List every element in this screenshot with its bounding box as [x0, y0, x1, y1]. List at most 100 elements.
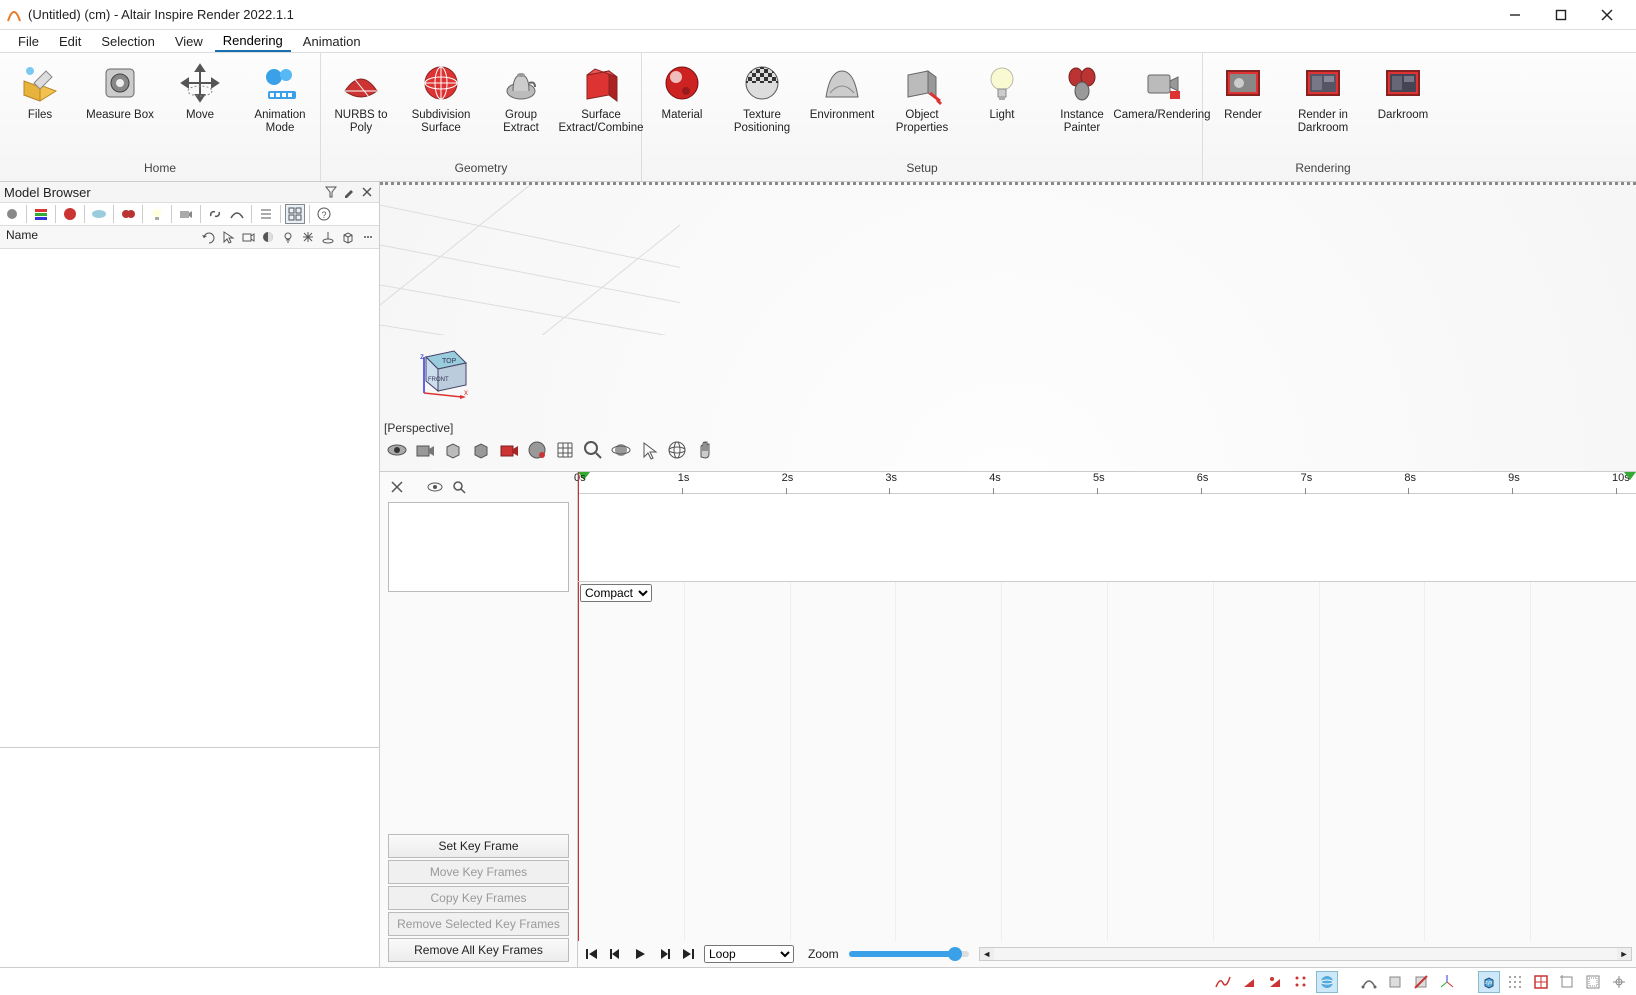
minimize-button[interactable]: [1492, 0, 1538, 30]
scroll-left-arrow[interactable]: ◄: [980, 948, 994, 960]
mb-tool-link[interactable]: [205, 204, 225, 224]
mb-tool-layers[interactable]: [31, 204, 51, 224]
menu-rendering[interactable]: Rendering: [215, 31, 291, 52]
sb-viewcube-icon[interactable]: zyx: [1478, 971, 1500, 993]
subdivision-surface-button[interactable]: Subdivision Surface: [407, 57, 475, 135]
timeline-scrollbar[interactable]: ◄ ►: [979, 947, 1632, 961]
mb-tool-grid[interactable]: [285, 204, 305, 224]
edit-pencil-icon[interactable]: [341, 184, 357, 200]
timeline[interactable]: 0s 1s 2s 3s 4s 5s 6s 7s 8s 9s 10s: [578, 472, 1636, 582]
viewport[interactable]: TOP FRONT z x [Perspective]: [380, 182, 1636, 967]
model-browser-properties[interactable]: [0, 747, 379, 967]
copy-keyframes-button[interactable]: Copy Key Frames: [388, 886, 569, 910]
sb-grid-dots-icon[interactable]: [1504, 971, 1526, 993]
step-forward-button[interactable]: [654, 944, 674, 964]
sb-spline-icon[interactable]: [1358, 971, 1380, 993]
zoom-slider[interactable]: [849, 951, 969, 957]
vp-camera-icon[interactable]: [412, 437, 438, 463]
playhead-tracks[interactable]: [578, 582, 579, 941]
close-button[interactable]: [1584, 0, 1630, 30]
hdr-shade-icon[interactable]: [259, 228, 277, 246]
mb-tool-curve[interactable]: [227, 204, 247, 224]
hdr-cursor-icon[interactable]: [219, 228, 237, 246]
step-back-button[interactable]: [606, 944, 626, 964]
vp-zoom-icon[interactable]: [580, 437, 606, 463]
sb-globe-icon[interactable]: [1316, 971, 1338, 993]
darkroom-button[interactable]: Darkroom: [1369, 57, 1437, 122]
playhead[interactable]: [578, 472, 579, 581]
menu-file[interactable]: File: [10, 32, 47, 51]
object-properties-button[interactable]: Object Properties: [888, 57, 956, 135]
hdr-redo-icon[interactable]: [199, 228, 217, 246]
sb-safe-frame-icon[interactable]: [1582, 971, 1604, 993]
skip-end-button[interactable]: [678, 944, 698, 964]
vp-grid-icon[interactable]: [552, 437, 578, 463]
sb-light1-icon[interactable]: [1238, 971, 1260, 993]
files-button[interactable]: Files: [6, 57, 74, 122]
animation-mode-button[interactable]: Animation Mode: [246, 57, 314, 135]
vp-sphere-icon[interactable]: [524, 437, 550, 463]
set-keyframe-button[interactable]: Set Key Frame: [388, 834, 569, 858]
vp-cube1-icon[interactable]: [440, 437, 466, 463]
timeline-tracks[interactable]: Compact: [578, 582, 1636, 941]
mb-tool-spheres[interactable]: [118, 204, 138, 224]
vp-cursor-icon[interactable]: [636, 437, 662, 463]
menu-animation[interactable]: Animation: [295, 32, 369, 51]
hdr-freeze-icon[interactable]: [299, 228, 317, 246]
vp-eye-icon[interactable]: [384, 437, 410, 463]
mb-tool-light[interactable]: [147, 204, 167, 224]
scroll-right-arrow[interactable]: ►: [1617, 948, 1631, 960]
view-cube[interactable]: TOP FRONT z x: [410, 341, 470, 401]
mb-tool-list[interactable]: [256, 204, 276, 224]
sb-light2-icon[interactable]: [1264, 971, 1286, 993]
measure-box-button[interactable]: Measure Box: [86, 57, 154, 122]
sb-box-icon[interactable]: [1384, 971, 1406, 993]
vp-camera-red-icon[interactable]: [496, 437, 522, 463]
mb-tool-camera[interactable]: [176, 204, 196, 224]
render-in-darkroom-button[interactable]: Render in Darkroom: [1289, 57, 1357, 135]
hdr-more-icon[interactable]: [359, 228, 377, 246]
anim-search-icon[interactable]: [450, 478, 468, 496]
vp-globe-icon[interactable]: [664, 437, 690, 463]
nurbs-to-poly-button[interactable]: NURBS to Poly: [327, 57, 395, 135]
surface-extract-button[interactable]: Surface Extract/Combine: [567, 57, 635, 135]
render-button[interactable]: Render: [1209, 57, 1277, 122]
camera-rendering-button[interactable]: Camera/Rendering: [1128, 57, 1196, 122]
skip-start-button[interactable]: [582, 944, 602, 964]
sb-crosshair-icon[interactable]: [1608, 971, 1630, 993]
material-button[interactable]: Material: [648, 57, 716, 122]
menu-view[interactable]: View: [167, 32, 211, 51]
playback-mode-select[interactable]: Loop: [704, 945, 794, 963]
compact-select[interactable]: Compact: [580, 584, 652, 602]
sb-window-icon[interactable]: [1530, 971, 1552, 993]
group-extract-button[interactable]: Group Extract: [487, 57, 555, 135]
sb-box-disabled-icon[interactable]: [1410, 971, 1432, 993]
maximize-button[interactable]: [1538, 0, 1584, 30]
vp-orbit-icon[interactable]: [608, 437, 634, 463]
model-browser-tree[interactable]: [0, 249, 379, 747]
move-keyframes-button[interactable]: Move Key Frames: [388, 860, 569, 884]
mb-tool-env[interactable]: [89, 204, 109, 224]
anim-eye-icon[interactable]: [426, 478, 444, 496]
mb-tool-sphere[interactable]: [60, 204, 80, 224]
hdr-ground-icon[interactable]: [319, 228, 337, 246]
environment-button[interactable]: Environment: [808, 57, 876, 122]
light-button[interactable]: Light: [968, 57, 1036, 122]
vp-cube2-icon[interactable]: [468, 437, 494, 463]
instance-painter-button[interactable]: Instance Painter: [1048, 57, 1116, 135]
sb-frame-icon[interactable]: [1556, 971, 1578, 993]
timeline-marker-end[interactable]: [1624, 472, 1636, 480]
mb-tool-1[interactable]: [2, 204, 22, 224]
animation-preview[interactable]: [388, 502, 569, 592]
move-button[interactable]: Move: [166, 57, 234, 122]
remove-all-keyframes-button[interactable]: Remove All Key Frames: [388, 938, 569, 962]
menu-edit[interactable]: Edit: [51, 32, 89, 51]
play-button[interactable]: [630, 944, 650, 964]
sb-axes-icon[interactable]: [1436, 971, 1458, 993]
hdr-box-icon[interactable]: [339, 228, 357, 246]
hdr-camera-icon[interactable]: [239, 228, 257, 246]
anim-close-icon[interactable]: [388, 478, 406, 496]
sb-particles-icon[interactable]: [1290, 971, 1312, 993]
mb-tool-help[interactable]: ?: [314, 204, 334, 224]
name-column[interactable]: Name: [0, 226, 197, 248]
